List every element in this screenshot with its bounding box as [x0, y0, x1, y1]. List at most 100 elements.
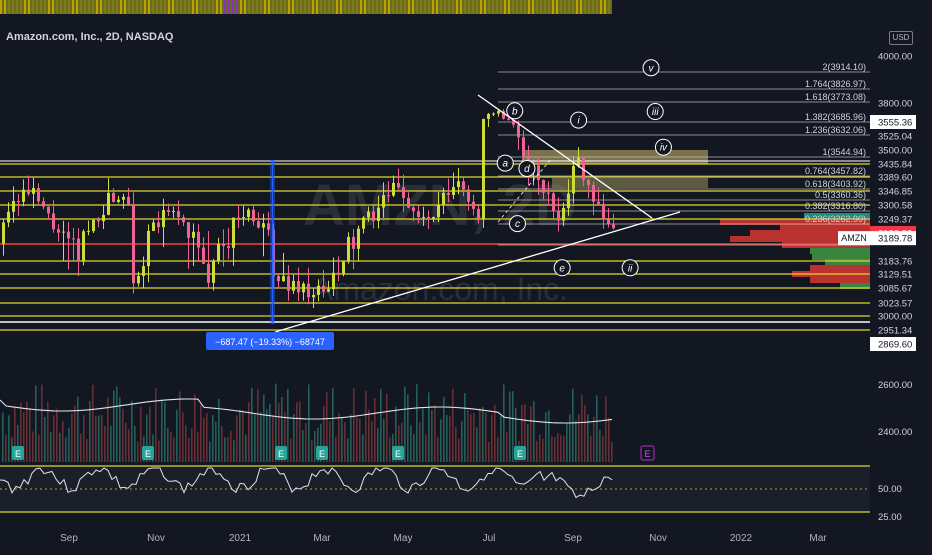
candle-body	[247, 209, 250, 218]
candle-body	[67, 231, 70, 239]
volume-bar	[476, 427, 478, 462]
candle-body	[567, 193, 570, 208]
volume-bar	[8, 415, 10, 462]
volume-bar	[269, 403, 271, 462]
candle-body	[77, 238, 80, 262]
price-label[interactable]: 3249.37	[878, 215, 912, 226]
strip-tick	[220, 0, 222, 14]
strip-tick	[32, 0, 34, 14]
currency-badge[interactable]: USD	[889, 31, 913, 45]
volume-bar	[125, 422, 127, 462]
volume-bar	[29, 408, 31, 462]
candle-body	[82, 231, 85, 262]
strip-tick	[68, 0, 70, 14]
volume-bar	[506, 431, 508, 462]
price-label[interactable]: 3189.78	[878, 234, 912, 245]
time-label[interactable]: Nov	[649, 533, 667, 544]
volume-bar	[467, 409, 469, 462]
price-label[interactable]: 3300.58	[878, 201, 912, 212]
strip-tick	[340, 0, 342, 14]
time-label[interactable]: Sep	[60, 533, 78, 544]
candle-body	[447, 192, 450, 195]
price-label[interactable]: 3435.84	[878, 160, 912, 171]
time-label[interactable]: Mar	[809, 533, 827, 544]
candle-body	[287, 276, 290, 291]
candle-body	[572, 166, 575, 194]
candle-body	[62, 231, 65, 233]
price-label[interactable]: 3800.00	[878, 99, 912, 110]
volume-bar	[176, 409, 178, 462]
volume-bar	[542, 438, 544, 462]
volume-bar	[434, 405, 436, 462]
time-label[interactable]: Jul	[483, 533, 496, 544]
price-label[interactable]: 3085.67	[878, 284, 912, 295]
volume-bar	[266, 409, 268, 462]
price-chart[interactable]: 0.00 AMZN, 2D Amazon.com, Inc. 2(3914.10…	[0, 0, 932, 550]
strip-tick	[588, 0, 590, 14]
volume-bar	[536, 441, 538, 462]
price-label[interactable]: 3525.04	[878, 132, 912, 143]
candle-body	[252, 209, 255, 222]
price-label[interactable]: 3500.00	[878, 146, 912, 157]
strip-tick	[380, 0, 382, 14]
volume-axis-label[interactable]: 2400.00	[878, 427, 912, 438]
candle-body	[167, 210, 170, 212]
candle-body	[162, 210, 165, 228]
time-label[interactable]: Nov	[147, 533, 165, 544]
volume-bar	[494, 404, 496, 462]
candle-body	[307, 283, 310, 298]
volume-bar	[374, 398, 376, 462]
candle-body	[507, 118, 510, 120]
earnings-label: E	[319, 449, 325, 459]
strip-tick	[528, 0, 530, 14]
volume-bar	[341, 417, 343, 462]
price-label[interactable]: 3346.85	[878, 187, 912, 198]
volume-bar	[83, 414, 85, 462]
volume-axis-label[interactable]: 2600.00	[878, 380, 912, 391]
volume-bar	[572, 388, 574, 462]
candle-body	[482, 118, 485, 219]
price-label[interactable]: 2869.60	[878, 340, 912, 351]
strip-tick	[540, 0, 542, 14]
rsi-axis-label[interactable]: 50.00	[878, 484, 902, 495]
volume-bar	[221, 425, 223, 462]
volume-bar	[473, 413, 475, 462]
volume-bar	[533, 401, 535, 462]
fib-label: 0.618(3403.92)	[805, 179, 866, 189]
volume-bar	[590, 435, 592, 462]
volume-bar	[56, 409, 58, 462]
time-label[interactable]: Mar	[313, 533, 331, 544]
candle-body	[117, 199, 120, 202]
strip-tick	[200, 0, 202, 14]
volume-bar	[110, 425, 112, 462]
price-label[interactable]: 3023.57	[878, 299, 912, 310]
price-label[interactable]: 3000.00	[878, 312, 912, 323]
candle-body	[187, 222, 190, 238]
time-label[interactable]: 2021	[229, 533, 252, 544]
rsi-axis-label[interactable]: 25.00	[878, 512, 902, 523]
strip-tick	[88, 0, 90, 14]
price-label[interactable]: 3183.76	[878, 257, 912, 268]
candle-body	[317, 285, 320, 295]
price-label[interactable]: 3129.51	[878, 270, 912, 281]
candle-body	[132, 204, 135, 284]
fib-label: 1.618(3773.08)	[805, 92, 866, 102]
volume-bar	[389, 436, 391, 462]
strip-tick	[496, 0, 498, 14]
volume-bar	[497, 436, 499, 462]
volume-bar	[245, 434, 247, 462]
wave-label: iii	[652, 107, 659, 118]
time-label[interactable]: 2022	[730, 533, 753, 544]
time-label[interactable]: Sep	[564, 533, 582, 544]
candle-body	[607, 219, 610, 224]
price-label[interactable]: 3555.36	[878, 118, 912, 129]
symbol-title[interactable]: Amazon.com, Inc., 2D, NASDAQ	[6, 31, 173, 43]
time-label[interactable]: May	[394, 533, 413, 544]
strip-tick	[276, 0, 278, 14]
strip-tick	[352, 0, 354, 14]
price-label[interactable]: 2951.34	[878, 326, 912, 337]
price-label[interactable]: 4000.00	[878, 52, 912, 63]
price-label[interactable]: 3389.60	[878, 173, 912, 184]
strip-tick	[584, 0, 586, 14]
strip-tick	[216, 0, 218, 14]
